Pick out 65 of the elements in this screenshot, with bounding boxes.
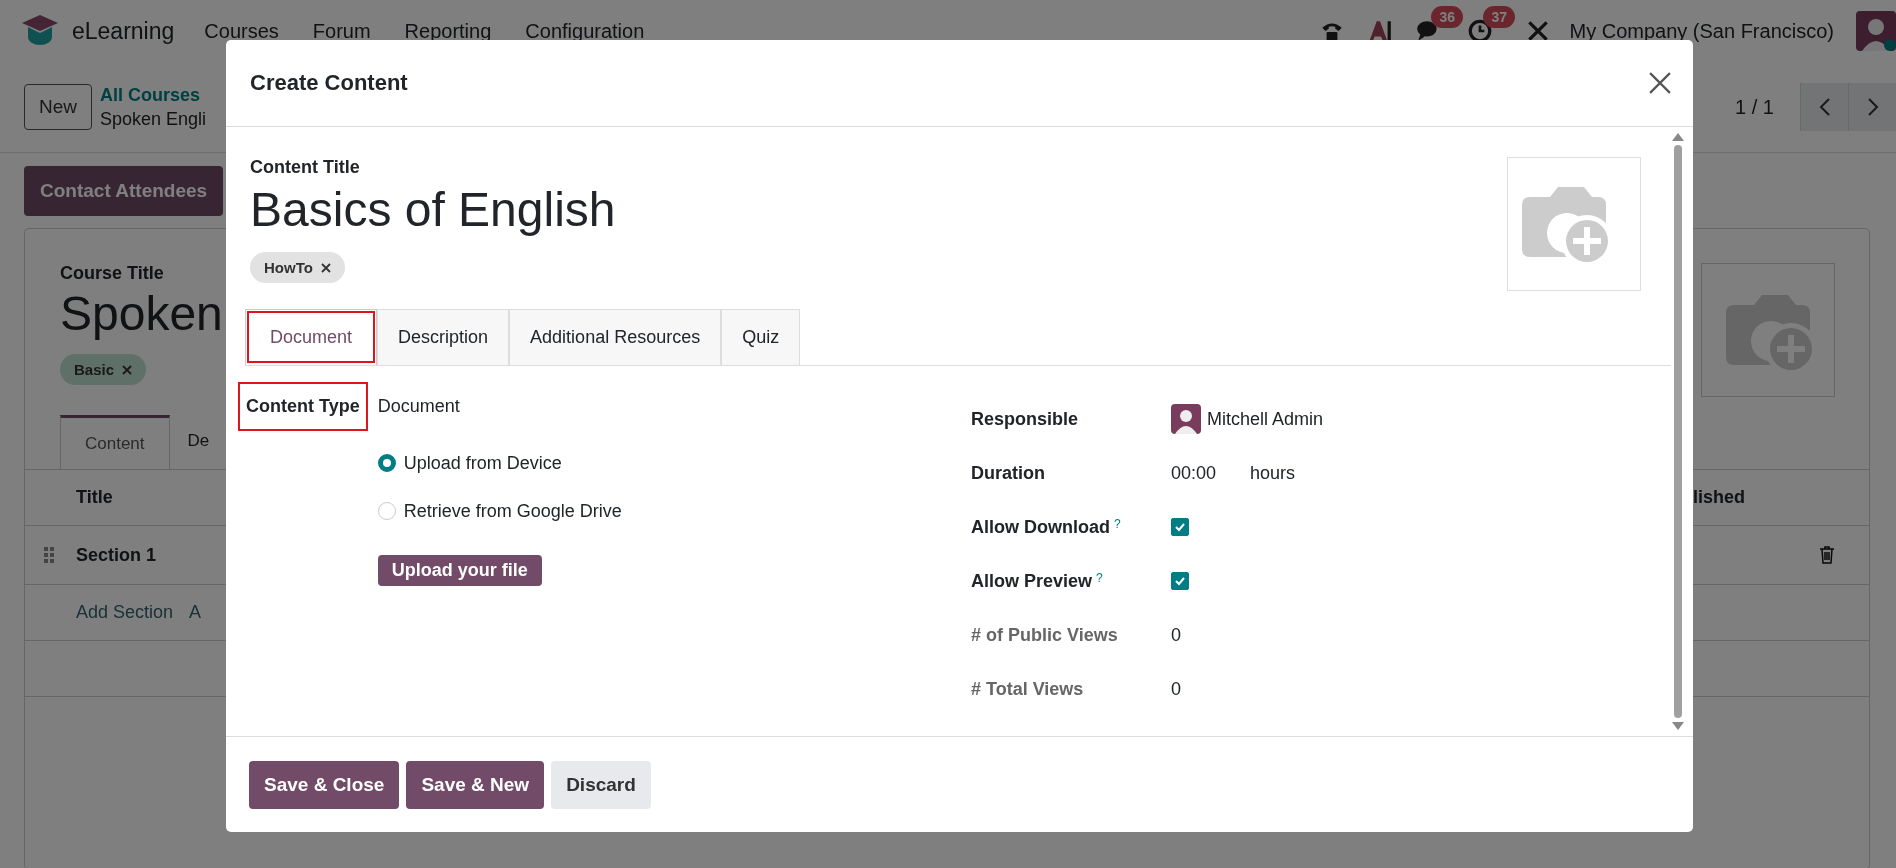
course-title: Spoken xyxy=(60,286,223,342)
dialog-tab[interactable]: Quiz xyxy=(721,309,801,365)
app-name[interactable]: eLearning xyxy=(72,17,175,45)
trash-icon[interactable] xyxy=(1819,546,1835,564)
menu-item[interactable]: Forum xyxy=(312,19,371,43)
user-avatar xyxy=(1171,404,1201,434)
new-button[interactable]: New xyxy=(24,84,92,130)
column-header[interactable]: lished xyxy=(1693,487,1745,508)
chevron-left-icon xyxy=(1818,97,1831,117)
field-label: Content Type xyxy=(238,382,368,431)
field-value: 0 xyxy=(1171,678,1181,700)
field-value: 0 xyxy=(1171,624,1181,646)
content-title-field[interactable]: Basics of English xyxy=(250,178,616,242)
field-label: Course Title xyxy=(60,263,165,284)
duration-field[interactable]: 00:00 xyxy=(1171,462,1217,484)
dialog-tab[interactable]: Description xyxy=(377,309,510,365)
help-tooltip-icon[interactable]: ? xyxy=(1096,570,1103,585)
menu-item[interactable]: Reporting xyxy=(404,19,492,43)
add-line-link[interactable]: Add Section xyxy=(76,602,174,623)
checkbox[interactable] xyxy=(1171,518,1189,536)
radio-label[interactable]: Upload from Device xyxy=(403,452,562,474)
user-name[interactable]: Mitchell Admin xyxy=(1207,408,1324,430)
field-label: # of Public Views xyxy=(971,624,1118,646)
user-avatar[interactable] xyxy=(1856,11,1896,51)
radio-button[interactable] xyxy=(377,454,396,472)
dialog-button[interactable]: Discard xyxy=(551,760,651,809)
dialog-title: Create Content xyxy=(250,70,408,96)
help-tooltip-icon[interactable]: ? xyxy=(1114,516,1121,531)
section-title: Section 1 xyxy=(76,544,157,566)
field-label: Duration xyxy=(971,462,1045,484)
form-tab[interactable]: Content xyxy=(60,415,170,469)
checkmark-icon xyxy=(1174,521,1186,533)
field-label: Allow Preview xyxy=(971,570,1093,592)
content-type-value[interactable]: Document xyxy=(377,396,460,417)
menu-item[interactable]: Configuration xyxy=(525,19,645,43)
drag-handle-icon[interactable] xyxy=(44,547,54,563)
tag-chip[interactable]: HowTo xyxy=(250,252,345,283)
radio-label[interactable]: Retrieve from Google Drive xyxy=(403,500,622,522)
form-tab[interactable]: De xyxy=(169,415,228,469)
checkbox[interactable] xyxy=(1171,572,1189,590)
dialog-tab[interactable]: Additional Resources xyxy=(509,309,722,365)
company-switcher[interactable]: My Company (San Francisco) xyxy=(1569,19,1834,43)
checkmark-icon xyxy=(1174,575,1186,587)
chevron-right-icon xyxy=(1866,97,1879,117)
remove-icon[interactable] xyxy=(320,262,331,273)
record-name: Spoken Engli xyxy=(100,108,207,131)
menu-item[interactable]: Courses xyxy=(204,19,279,43)
add-line-link[interactable]: A xyxy=(189,602,202,623)
breadcrumb-link[interactable]: All Courses xyxy=(100,83,207,107)
unit-label: hours xyxy=(1250,462,1296,484)
column-header[interactable]: Title xyxy=(76,487,113,508)
contact-attendees-button[interactable]: Contact Attendees xyxy=(24,166,224,216)
upload-button[interactable]: Upload your file xyxy=(377,555,542,586)
notification-badge: 36 xyxy=(1431,6,1464,28)
field-label: # Total Views xyxy=(971,678,1084,700)
notification-badge: 37 xyxy=(1483,6,1516,28)
pager-counter: 1 / 1 xyxy=(1735,95,1774,119)
dialog-tab[interactable]: Document xyxy=(245,309,378,365)
close-icon[interactable] xyxy=(1649,72,1671,94)
field-label: Content Title xyxy=(250,157,361,178)
field-label: Responsible xyxy=(971,408,1079,430)
dialog-button[interactable]: Save & Close xyxy=(249,760,400,809)
dialog-button[interactable]: Save & New xyxy=(406,760,545,809)
field-label: Allow Download xyxy=(971,516,1110,538)
tag-chip[interactable]: Basic xyxy=(60,354,147,385)
